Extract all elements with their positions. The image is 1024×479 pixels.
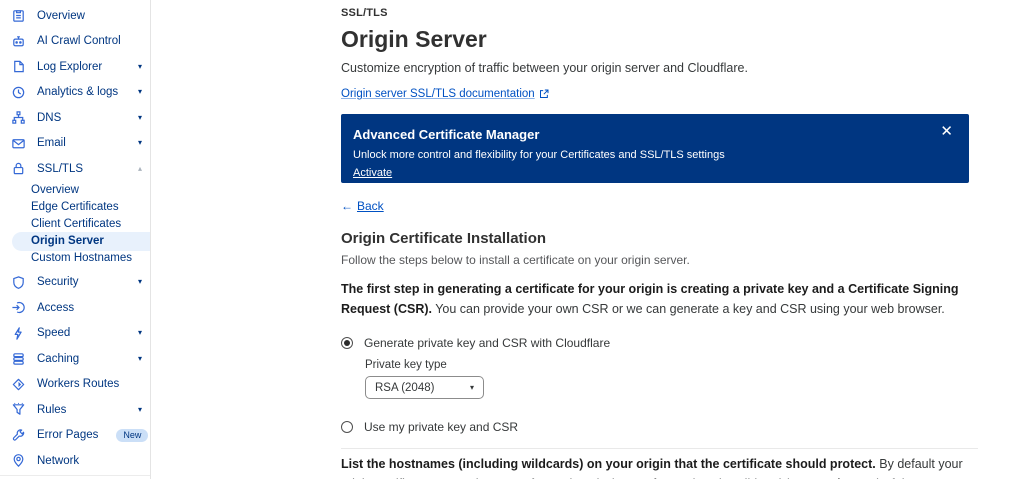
sidebar-subitem-custom-hostnames[interactable]: Custom Hostnames	[0, 250, 150, 267]
funnel-icon	[10, 402, 26, 418]
sidebar-subitem-origin-server[interactable]: Origin Server	[12, 231, 150, 251]
external-link-icon	[539, 89, 549, 98]
sidebar-item-label: Overview	[37, 9, 85, 22]
sidebar-item-label: Caching	[37, 352, 80, 365]
page-subtitle: Customize encryption of traffic between …	[341, 61, 748, 75]
chevron-down-icon: ▾	[137, 87, 142, 97]
csr-paragraph: The first step in generating a certifica…	[341, 282, 959, 316]
sidebar-item-label: Email	[37, 137, 66, 150]
sidebar: Overview AI Crawl Control Log Explorer ▾…	[0, 0, 151, 479]
back-arrow-icon: ←	[341, 199, 353, 213]
private-key-block: Private key type RSA (2048) ▾	[365, 359, 969, 399]
caching-stack-icon	[10, 351, 26, 367]
location-pin-icon	[10, 453, 26, 469]
sidebar-item-analytics-logs[interactable]: Analytics & logs ▾	[0, 80, 150, 106]
sidebar-item-label: Error Pages	[37, 429, 99, 442]
sidebar-item-label: SSL/TLS	[37, 162, 84, 175]
chevron-down-icon: ▾	[137, 112, 142, 122]
sidebar-item-label: Access	[37, 301, 75, 314]
email-envelope-icon	[10, 135, 26, 151]
sidebar-item-dns[interactable]: DNS ▾	[0, 105, 150, 131]
hostnames-paragraph: List the hostnames (including wildcards)…	[341, 457, 963, 479]
sidebar-subitem-edge-certificates[interactable]: Edge Certificates	[0, 199, 150, 216]
sidebar-item-ssl-tls[interactable]: SSL/TLS ▴	[0, 156, 150, 182]
banner-subtitle: Unlock more control and flexibility for …	[353, 149, 725, 161]
chevron-down-icon: ▾	[137, 328, 142, 338]
lock-icon	[10, 161, 26, 177]
chevron-down-icon: ▾	[137, 277, 142, 287]
radio-generate-csr[interactable]: Generate private key and CSR with Cloudf…	[341, 336, 969, 350]
sidebar-item-ai-crawl-control[interactable]: AI Crawl Control	[0, 29, 150, 55]
lightning-icon	[10, 325, 26, 341]
page-title: Origin Server	[341, 26, 487, 52]
main-content: SSL/TLS Origin Server Customize encrypti…	[151, 0, 1024, 479]
activate-link[interactable]: Activate	[353, 167, 392, 179]
radio-own-csr[interactable]: Use my private key and CSR	[341, 420, 969, 434]
dns-hierarchy-icon	[10, 110, 26, 126]
clipboard-icon	[10, 8, 26, 24]
select-value: RSA (2048)	[375, 381, 435, 394]
sidebar-item-label: AI Crawl Control	[37, 35, 121, 48]
chevron-down-icon: ▾	[137, 404, 142, 414]
sidebar-subitem-client-certificates[interactable]: Client Certificates	[0, 216, 150, 233]
documentation-link[interactable]: Origin server SSL/TLS documentation	[341, 88, 549, 100]
bot-icon	[10, 33, 26, 49]
sidebar-subitem-overview[interactable]: Overview	[0, 182, 150, 199]
collapse-icon: ▴	[137, 163, 142, 173]
acm-banner: Advanced Certificate Manager Unlock more…	[341, 114, 969, 183]
sidebar-item-label: Security	[37, 276, 79, 289]
log-document-icon	[10, 59, 26, 75]
chevron-down-icon: ▾	[137, 138, 142, 148]
sidebar-item-overview[interactable]: Overview	[0, 3, 150, 29]
sidebar-item-label: Network	[37, 454, 80, 467]
sidebar-item-network[interactable]: Network	[0, 448, 150, 474]
workers-diamond-icon	[10, 376, 26, 392]
radio-button-checked[interactable]	[341, 337, 353, 349]
analytics-clock-icon	[10, 84, 26, 100]
ssl-tls-subnav: Overview Edge Certificates Client Certif…	[0, 182, 150, 267]
chevron-down-icon: ▾	[137, 61, 142, 71]
private-key-type-select[interactable]: RSA (2048) ▾	[365, 376, 484, 399]
private-key-type-label: Private key type	[365, 359, 447, 371]
back-link[interactable]: ← Back	[341, 199, 384, 213]
section-heading: Origin Certificate Installation	[341, 230, 547, 247]
sidebar-item-label: Log Explorer	[37, 60, 103, 73]
section-description: Follow the steps below to install a cert…	[341, 253, 690, 267]
sidebar-item-access[interactable]: Access	[0, 295, 150, 321]
shield-icon	[10, 274, 26, 290]
sidebar-item-label: Workers Routes	[37, 378, 120, 391]
sidebar-item-security[interactable]: Security ▾	[0, 270, 150, 296]
access-login-icon	[10, 300, 26, 316]
sidebar-item-label: Rules	[37, 403, 67, 416]
radio-button-unchecked[interactable]	[341, 421, 353, 433]
section-divider	[341, 448, 978, 449]
sidebar-item-email[interactable]: Email ▾	[0, 131, 150, 157]
wrench-icon	[10, 427, 26, 443]
chevron-down-icon: ▾	[137, 353, 142, 363]
sidebar-item-caching[interactable]: Caching ▾	[0, 346, 150, 372]
sidebar-item-label: DNS	[37, 111, 62, 124]
sidebar-item-error-pages[interactable]: Error Pages New	[0, 423, 150, 449]
banner-title: Advanced Certificate Manager	[353, 127, 540, 142]
sidebar-item-workers-routes[interactable]: Workers Routes	[0, 372, 150, 398]
sidebar-item-speed[interactable]: Speed ▾	[0, 321, 150, 347]
sidebar-divider	[0, 475, 150, 476]
sidebar-item-label: Analytics & logs	[37, 86, 119, 99]
select-caret-icon: ▾	[469, 383, 474, 392]
sidebar-item-log-explorer[interactable]: Log Explorer ▾	[0, 54, 150, 80]
sidebar-item-label: Speed	[37, 327, 71, 340]
close-icon[interactable]: ✕	[938, 122, 955, 141]
sidebar-item-rules[interactable]: Rules ▾	[0, 397, 150, 423]
new-badge: New	[116, 428, 149, 442]
breadcrumb: SSL/TLS	[341, 7, 388, 19]
